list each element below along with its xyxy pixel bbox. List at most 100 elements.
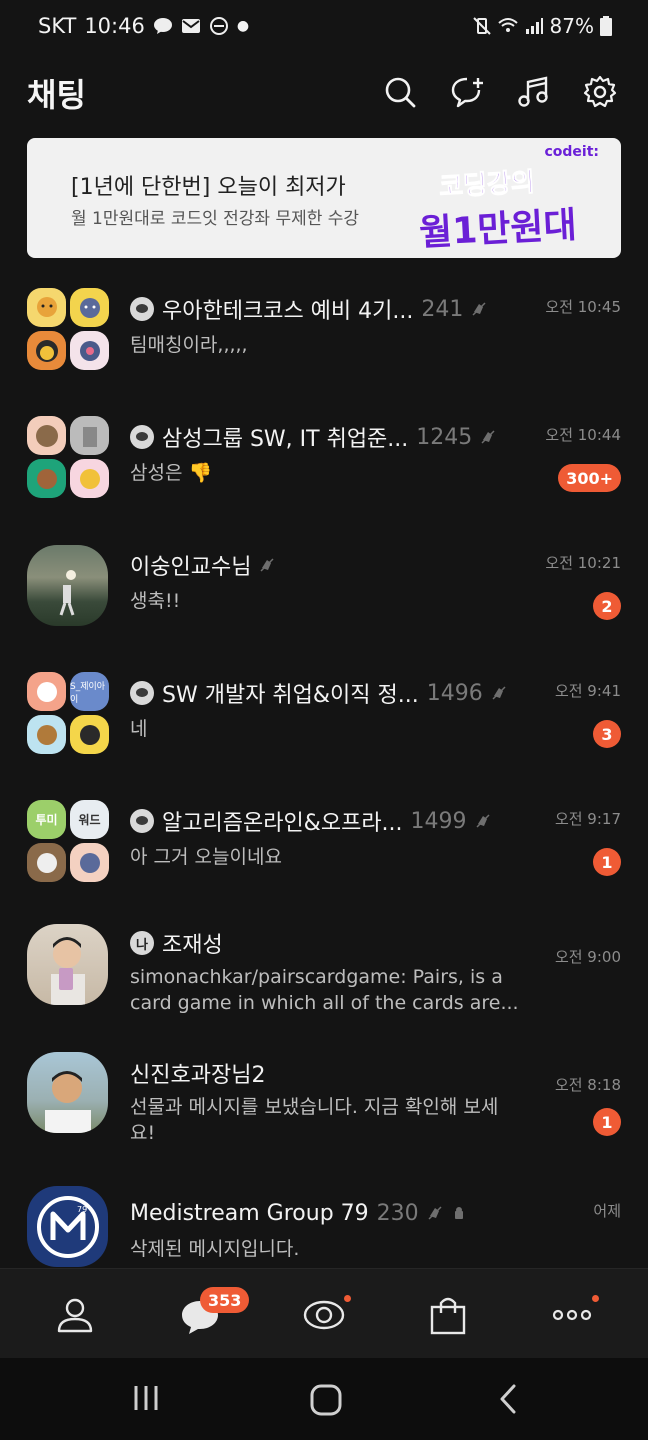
chat-row[interactable]: 이숭인교수님 생축!! 오전 10:21 2: [0, 545, 648, 668]
chat-title-row: Medistream Group 79 230: [130, 1196, 550, 1230]
member-avatar: 투미: [27, 800, 66, 839]
wifi-icon: [497, 18, 518, 32]
unread-badge: 300+: [558, 464, 621, 492]
member-avatar: [27, 331, 66, 370]
mute-icon: [481, 430, 495, 444]
mute-icon: [428, 1206, 442, 1220]
recent-apps-icon[interactable]: [130, 1382, 162, 1414]
new-chat-icon[interactable]: [450, 74, 486, 110]
mute-icon: [472, 302, 486, 316]
status-bar: SKT 10:46 ● 87%: [0, 0, 648, 56]
avatar: [27, 545, 108, 626]
dot-icon: ●: [236, 18, 250, 34]
chat-name: 우아한테크코스 예비 4기...: [162, 299, 414, 324]
chat-preview: 삭제된 메시지입니다.: [130, 1238, 300, 1260]
member-avatar: [70, 416, 109, 455]
chat-title-row: 삼성그룹 SW, IT 취업준... 1245: [130, 420, 530, 454]
member-avatar: [27, 715, 66, 754]
member-avatar: [70, 288, 109, 327]
member-avatar: [27, 459, 66, 498]
chat-title-row: SW 개발자 취업&이직 정... 1496: [130, 676, 530, 710]
chat-preview: 팀매칭이라,,,,,: [130, 334, 248, 356]
chat-preview: 삼성은 👎: [130, 462, 213, 484]
chat-row[interactable]: 우아한테크코스 예비 4기... 241 팀매칭이라,,,,, 오전 10:45: [0, 288, 648, 412]
status-right: 87%: [472, 14, 612, 38]
mute-icon: [476, 814, 490, 828]
chat-name: Medistream Group 79: [130, 1200, 369, 1226]
signal-icon: [525, 18, 543, 34]
member-count: 241: [421, 296, 464, 322]
vibrate-mute-icon: [472, 17, 491, 35]
chat-name: 알고리즘온라인&오프라...: [162, 811, 403, 836]
chat-time: 어제: [593, 1202, 621, 1220]
chat-preview: simonachkar/pairscardgame: Pairs, is a c…: [130, 966, 519, 1014]
banner-subtitle: 월 1만원대로 코드잇 전강좌 무제한 수강: [71, 209, 360, 229]
friends-icon[interactable]: [53, 1293, 97, 1337]
system-nav-bar: [0, 1358, 648, 1440]
chat-time: 오전 8:18: [554, 1076, 621, 1094]
logo-number: 79: [77, 1205, 87, 1214]
chat-time: 오전 9:41: [554, 682, 621, 700]
group-chat-icon: [130, 297, 154, 321]
chat-time: 오전 9:00: [554, 948, 621, 966]
chat-row[interactable]: 삼성그룹 SW, IT 취업준... 1245 삼성은 👎 오전 10:44 3…: [0, 416, 648, 540]
more-new-dot: [592, 1295, 599, 1302]
chat-title-row: 신진호과장님2: [130, 1056, 530, 1090]
member-avatar: 워드: [70, 800, 109, 839]
chat-row[interactable]: 투미 워드 알고리즘온라인&오프라... 1499 아 그거 오늘이네요 오전 …: [0, 800, 648, 924]
banner-brand: codeit:: [544, 144, 599, 160]
battery-percent: 87%: [549, 14, 594, 38]
openchat-icon[interactable]: [302, 1293, 346, 1337]
group-avatar: S_제이아이: [27, 672, 109, 754]
banner-promo-line2: 월1만원대: [418, 204, 578, 255]
carrier: SKT: [38, 14, 77, 38]
member-count: 230: [376, 1200, 419, 1226]
chat-time: 오전 10:45: [545, 298, 621, 316]
group-chat-icon: [130, 809, 154, 833]
unread-badge: 2: [593, 592, 621, 620]
unread-badge: 3: [593, 720, 621, 748]
member-count: 1245: [416, 424, 473, 450]
member-avatar: [27, 288, 66, 327]
member-avatar: [27, 672, 66, 711]
search-icon[interactable]: [382, 74, 418, 110]
member-avatar: [27, 416, 66, 455]
chat-name: 신진호과장님2: [130, 1063, 266, 1088]
promo-banner[interactable]: [1년에 단한번] 오늘이 최저가 월 1만원대로 코드잇 전강좌 무제한 수강…: [27, 138, 621, 258]
avatar: [27, 924, 108, 1005]
group-chat-icon: [130, 425, 154, 449]
group-avatar: [27, 288, 109, 370]
group-chat-icon: [130, 681, 154, 705]
shopping-icon[interactable]: [426, 1293, 470, 1337]
battery-icon: [600, 16, 612, 36]
chat-preview: 네: [130, 718, 148, 740]
clock: 10:46: [84, 14, 145, 38]
home-icon[interactable]: [308, 1382, 344, 1418]
chat-name: 이숭인교수님: [130, 555, 252, 580]
chat-row[interactable]: 나 조재성 simonachkar/pairscardgame: Pairs, …: [0, 924, 648, 1046]
chat-row[interactable]: S_제이아이 SW 개발자 취업&이직 정... 1496 네 오전 9:41 …: [0, 672, 648, 796]
chats-unread-badge: 353: [200, 1287, 250, 1313]
more-icon[interactable]: [550, 1293, 594, 1337]
settings-icon[interactable]: [582, 74, 618, 110]
chat-preview: 선물과 메시지를 보냈습니다. 지금 확인해 보세요!: [130, 1096, 499, 1144]
mute-icon: [260, 558, 274, 572]
member-avatar: [70, 843, 109, 882]
talk-notification-icon: [153, 18, 172, 34]
music-icon[interactable]: [516, 74, 552, 110]
banner-promo-line1: 코딩강의: [438, 167, 536, 203]
group-avatar: [27, 416, 109, 498]
page-title: 채팅: [27, 76, 86, 114]
pin-icon: [454, 1207, 463, 1219]
avatar: 79: [27, 1186, 108, 1267]
banner-title: [1년에 단한번] 오늘이 최저가: [71, 175, 346, 200]
chat-row[interactable]: 신진호과장님2 선물과 메시지를 보냈습니다. 지금 확인해 보세요! 오전 8…: [0, 1052, 648, 1176]
chat-name: SW 개발자 취업&이직 정...: [162, 683, 419, 708]
medistream-logo: 79: [36, 1195, 99, 1258]
me-badge-icon: 나: [130, 931, 154, 955]
mail-icon: [181, 19, 200, 33]
member-avatar: [70, 715, 109, 754]
back-icon[interactable]: [494, 1382, 524, 1416]
member-count: 1499: [410, 808, 467, 834]
member-count: 1496: [426, 680, 483, 706]
